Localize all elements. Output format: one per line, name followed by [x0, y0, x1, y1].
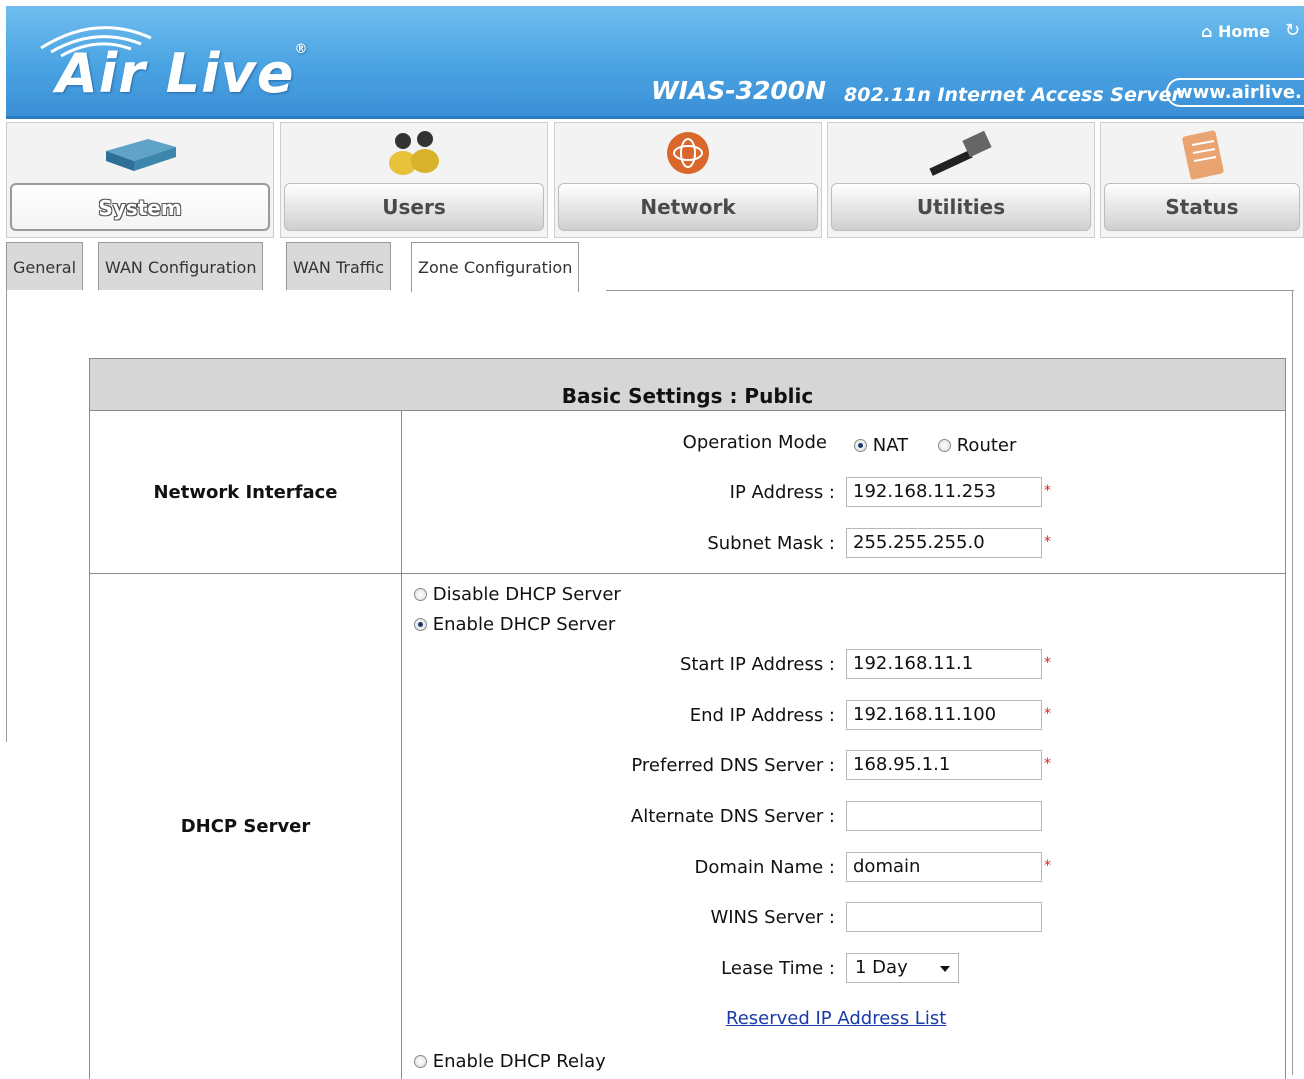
- router-icon: [106, 139, 176, 171]
- reserved-ip-list-link[interactable]: Reserved IP Address List: [726, 1008, 946, 1029]
- mode-nat-radio[interactable]: NAT: [854, 435, 908, 456]
- domain-name-label: Domain Name :: [694, 857, 835, 878]
- main-nav: System Users Network Utilities Status: [6, 122, 1304, 240]
- operation-mode-label: Operation Mode: [682, 432, 827, 453]
- domain-name-input[interactable]: domain: [846, 852, 1042, 882]
- nav-system-button[interactable]: System: [10, 183, 270, 231]
- basic-settings-table: Basic Settings : Public Network Interfac…: [89, 358, 1286, 1079]
- hammer-icon: [929, 130, 992, 176]
- nav-system[interactable]: System: [6, 122, 274, 238]
- radio-enable-dhcp[interactable]: [414, 618, 427, 631]
- globe-icon: [667, 132, 709, 174]
- mask-required-mark: *: [1044, 534, 1051, 550]
- nav-network[interactable]: Network: [554, 122, 822, 238]
- nav-users-button[interactable]: Users: [284, 183, 544, 231]
- radio-router[interactable]: [938, 439, 951, 452]
- website-link[interactable]: www.airlive.: [1166, 78, 1304, 107]
- content-right-border: [1292, 290, 1293, 1075]
- tab-zone-configuration[interactable]: Zone Configuration: [411, 242, 580, 292]
- subnet-mask-input[interactable]: 255.255.255.0: [846, 528, 1042, 558]
- enable-dhcp-relay-option[interactable]: Enable DHCP Relay: [414, 1051, 606, 1072]
- document-icon: [1182, 130, 1224, 180]
- ip-required-mark: *: [1044, 483, 1051, 499]
- nav-users[interactable]: Users: [280, 122, 548, 238]
- model-name: WIAS-3200N: [651, 76, 827, 105]
- users-icon: [389, 131, 439, 175]
- radio-dhcp-relay[interactable]: [414, 1055, 427, 1068]
- sub-tabs: General WAN Configuration WAN Traffic Zo…: [6, 240, 1304, 292]
- home-icon: ⌂: [1201, 22, 1213, 41]
- dhcp-server-row: DHCP Server Disable DHCP Server Enable D…: [89, 574, 1286, 1079]
- start-ip-required-mark: *: [1044, 655, 1051, 671]
- lease-time-label: Lease Time :: [721, 958, 835, 979]
- section-title: Basic Settings : Public: [89, 358, 1286, 411]
- tab-wan-traffic[interactable]: WAN Traffic: [286, 242, 392, 290]
- radio-nat[interactable]: [854, 439, 867, 452]
- nav-utilities-button[interactable]: Utilities: [831, 183, 1091, 231]
- content-left-border: [6, 290, 7, 742]
- nav-utilities[interactable]: Utilities: [827, 122, 1095, 238]
- nav-network-button[interactable]: Network: [558, 183, 818, 231]
- nav-status[interactable]: Status: [1100, 122, 1304, 238]
- wins-server-label: WINS Server :: [710, 907, 835, 928]
- home-link[interactable]: ⌂ Home: [1201, 22, 1270, 41]
- tab-general[interactable]: General: [6, 242, 84, 290]
- alternate-dns-input[interactable]: [846, 801, 1042, 831]
- wins-server-input[interactable]: [846, 902, 1042, 932]
- enable-dhcp-option[interactable]: Enable DHCP Server: [414, 614, 615, 635]
- product-subtitle: 802.11n Internet Access Server: [844, 84, 1181, 106]
- lease-time-select[interactable]: 1 Day: [846, 953, 959, 983]
- tab-underline: [606, 290, 1294, 291]
- start-ip-input[interactable]: 192.168.11.1: [846, 649, 1042, 679]
- airlive-logo[interactable]: Air Live®: [56, 42, 308, 105]
- end-ip-input[interactable]: 192.168.11.100: [846, 700, 1042, 730]
- ip-address-input[interactable]: 192.168.11.253: [846, 477, 1042, 507]
- dhcp-server-label: DHCP Server: [90, 574, 402, 1079]
- radio-disable-dhcp[interactable]: [414, 588, 427, 601]
- mode-router-radio[interactable]: Router: [938, 435, 1016, 456]
- network-interface-label: Network Interface: [90, 411, 402, 573]
- logout-icon[interactable]: ↻: [1285, 20, 1300, 41]
- nav-status-button[interactable]: Status: [1104, 183, 1300, 231]
- tab-wan-configuration[interactable]: WAN Configuration: [98, 242, 264, 290]
- chevron-down-icon: [940, 966, 950, 972]
- disable-dhcp-option[interactable]: Disable DHCP Server: [414, 584, 621, 605]
- dns-required-mark: *: [1044, 756, 1051, 772]
- subnet-mask-label: Subnet Mask :: [707, 533, 835, 554]
- end-ip-required-mark: *: [1044, 706, 1051, 722]
- start-ip-label: Start IP Address :: [679, 654, 835, 675]
- alternate-dns-label: Alternate DNS Server :: [630, 806, 835, 827]
- preferred-dns-input[interactable]: 168.95.1.1: [846, 750, 1042, 780]
- end-ip-label: End IP Address :: [689, 705, 835, 726]
- domain-required-mark: *: [1044, 858, 1051, 874]
- ip-address-label: IP Address :: [729, 482, 835, 503]
- header-banner: Air Live® ⌂ Home ↻ WIAS-3200N 802.11n In…: [6, 6, 1304, 119]
- preferred-dns-label: Preferred DNS Server :: [631, 755, 835, 776]
- network-interface-row: Network Interface Operation Mode NAT Rou…: [89, 411, 1286, 574]
